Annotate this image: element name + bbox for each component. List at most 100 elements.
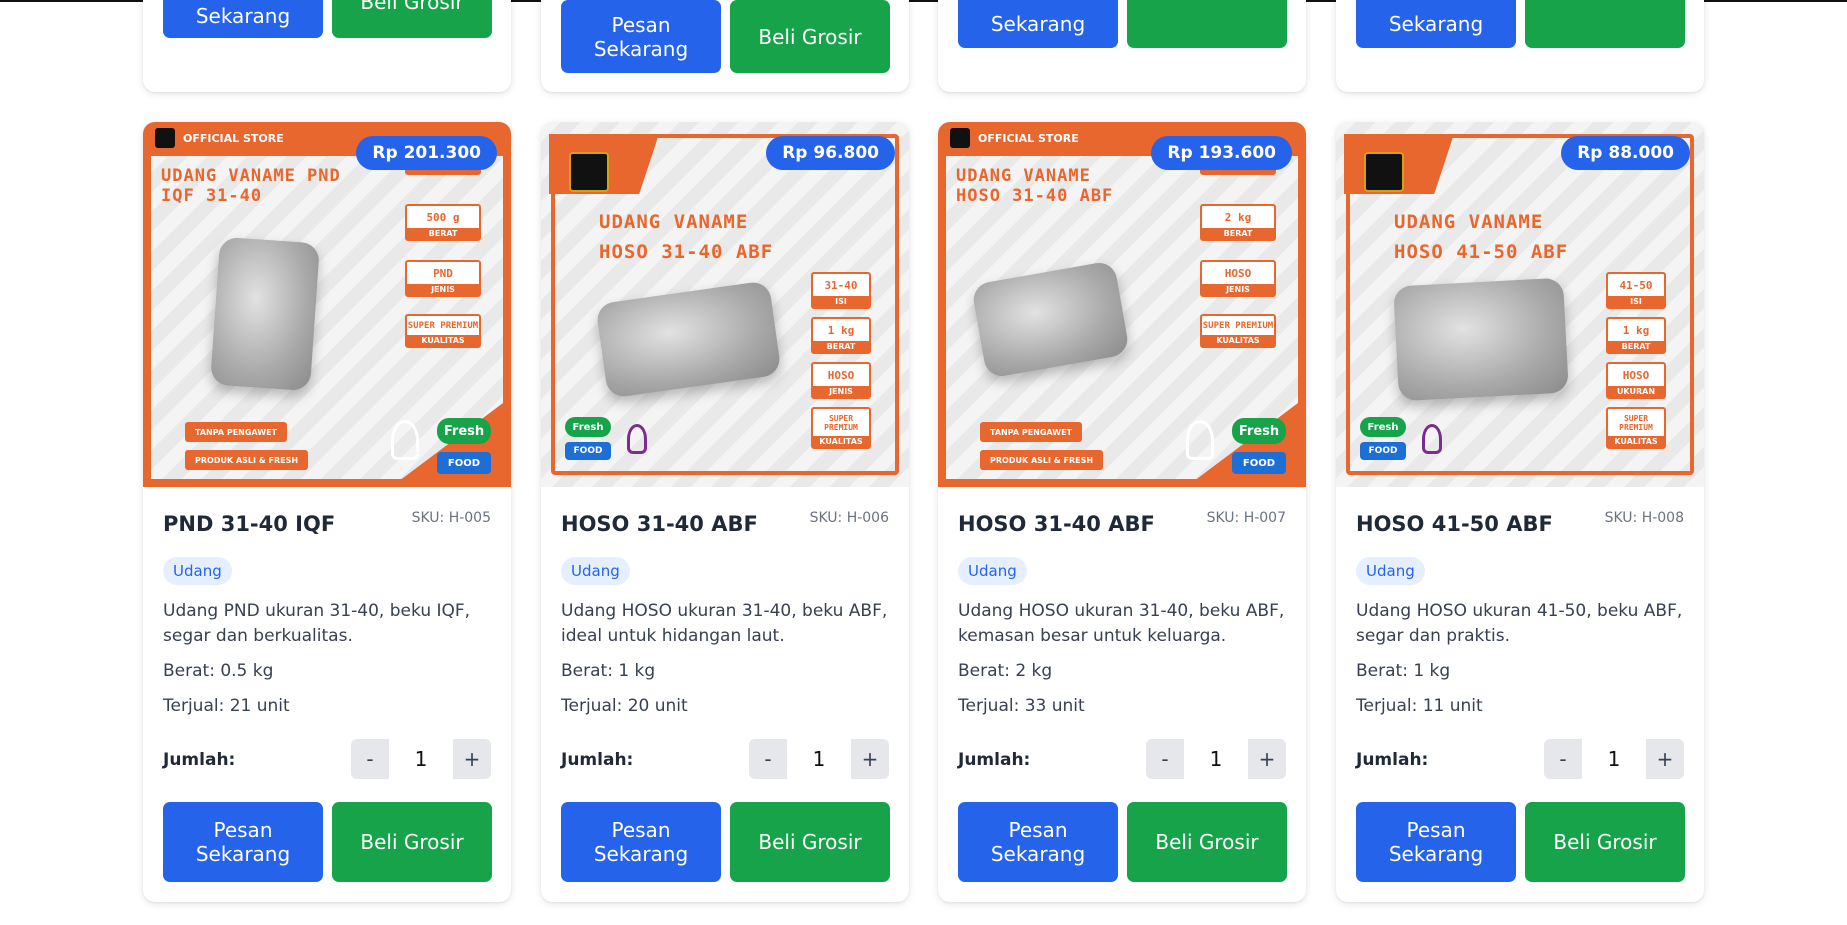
order-now-button[interactable]: Pesan Sekarang [561,802,721,882]
product-sku: SKU: H-006 [809,510,889,526]
spec-jenis: HOSO JENIS [1200,260,1276,297]
wholesale-button[interactable]: Beli Grosir [1127,802,1287,882]
increase-button[interactable]: + [453,739,491,779]
spec-value: SUPER PREMIUM [1202,321,1274,331]
store-logo-icon [950,128,970,148]
spec-value: SUPER PREMIUM [407,321,479,331]
order-now-button[interactable]: Sekarang [163,0,323,38]
halal-logo-icon [1422,424,1442,454]
spec-key: KUALITAS [407,335,479,346]
spec-value: PND [433,267,453,280]
wholesale-button[interactable]: Beli Grosir [730,0,890,73]
wholesale-button[interactable]: Beli Grosir [332,802,492,882]
wholesale-button[interactable]: Beli Grosir [1525,802,1685,882]
category-tag: Udang [1356,557,1425,585]
decrease-button[interactable]: - [1146,739,1184,779]
spec-key: ISI [813,296,869,307]
official-store-label: OFFICIAL STORE [978,131,1079,145]
product-image[interactable]: OFFICIAL STORE UDANG VANAME HOSO 31-40 A… [938,122,1306,487]
product-card: UDANG VANAME HOSO 41-50 ABF 41-50 ISI 1 k… [1336,122,1704,902]
order-now-button[interactable]: Pesan Sekarang [561,0,721,73]
official-store-banner: OFFICIAL STORE [155,127,284,149]
badge-original-fresh: PRODUK ASLI & FRESH [185,450,309,470]
decrease-button[interactable]: - [749,739,787,779]
spec-key: KUALITAS [813,436,869,447]
halal-logo-icon [391,420,419,460]
spec-key: KUALITAS [1202,335,1274,346]
product-description: Udang HOSO ukuran 31-40, beku ABF, kemas… [958,601,1285,646]
wholesale-button[interactable]: Beli Grosir [730,802,890,882]
product-name: PND 31-40 IQF [163,512,336,536]
increase-button[interactable]: + [851,739,889,779]
quantity-stepper: - + [351,739,491,779]
product-card: OFFICIAL STORE UDANG VANAME PND IQF 31-4… [143,122,511,902]
price-badge: Rp 88.000 [1561,136,1690,170]
units-sold: Terjual: 33 unit [958,696,1085,716]
price-badge: Rp 96.800 [766,136,895,170]
order-now-button[interactable]: Pesan Sekarang [163,802,323,882]
spec-berat: 1 kg BERAT [1606,317,1666,354]
quantity-label: Jumlah: [163,750,236,770]
spec-key: JENIS [1202,284,1274,295]
spec-berat: 1 kg BERAT [811,317,871,354]
spec-key: JENIS [813,386,869,397]
order-now-button[interactable]: Sekarang [1356,0,1516,48]
frozen-food-badge: FOOD [1232,452,1286,474]
spec-value: HOSO [1224,267,1252,280]
product-card: UDANG VANAME HOSO 31-40 ABF 31-40 ISI 1 k… [541,122,909,902]
image-title: UDANG VANAME HOSO 41-50 ABF [1394,211,1569,264]
order-now-button[interactable]: Pesan Sekarang [1356,802,1516,882]
wholesale-label: Beli Grosir [1155,830,1259,854]
product-name: HOSO 31-40 ABF [561,512,758,536]
wholesale-label: Beli Grosir [360,830,464,854]
spec-key: KUALITAS [1608,436,1664,447]
wholesale-button[interactable]: Beli Grosir [1525,0,1685,48]
decrease-button[interactable]: - [1544,739,1582,779]
spec-kualitas: SUPER PREMIUM KUALITAS [811,407,871,449]
spec-value: 2 kg [1224,211,1252,224]
quantity-stepper: - + [749,739,889,779]
spec-value: 1 kg [827,324,855,337]
spec-key: BERAT [1608,341,1664,352]
product-image[interactable]: OFFICIAL STORE UDANG VANAME PND IQF 31-4… [143,122,511,487]
order-now-label-line1: Pesan [1406,818,1466,842]
badge-no-preservative: TANPA PENGAWET [185,422,287,442]
product-weight: Berat: 1 kg [1356,661,1451,681]
badge-original-fresh: PRODUK ASLI & FRESH [980,450,1104,470]
spec-key: BERAT [1202,228,1274,239]
wholesale-button[interactable]: Beli Grosir [1127,0,1287,48]
spec-berat: 2 kg BERAT [1200,204,1276,241]
increase-button[interactable]: + [1646,739,1684,779]
order-now-label-line2: Sekarang [1388,842,1484,866]
shrimp-bag-image [209,236,321,392]
product-image[interactable]: UDANG VANAME HOSO 31-40 ABF 31-40 ISI 1 k… [541,122,909,487]
order-now-label-line2: Sekarang [990,842,1086,866]
category-tag: Udang [958,557,1027,585]
spec-jenis: HOSO JENIS [811,362,871,399]
wholesale-button[interactable]: Beli Grosir [332,0,492,38]
frozen-food-badge: FOOD [565,442,611,460]
order-now-label-line1: Pesan [611,818,671,842]
spec-kualitas: SUPER PREMIUM KUALITAS [1606,407,1666,449]
store-logo-icon [1364,152,1404,192]
product-image[interactable]: UDANG VANAME HOSO 41-50 ABF 41-50 ISI 1 k… [1336,122,1704,487]
fresh-badge: Fresh [565,417,611,437]
order-now-button[interactable]: Sekarang [958,0,1118,48]
quantity-input[interactable] [1184,739,1248,779]
product-description: Udang HOSO ukuran 31-40, beku ABF, ideal… [561,601,888,646]
decrease-button[interactable]: - [351,739,389,779]
product-weight: Berat: 1 kg [561,661,656,681]
spec-isi: 41-50 ISI [1606,272,1666,309]
halal-logo-icon [1186,420,1214,460]
quantity-input[interactable] [787,739,851,779]
order-now-button[interactable]: Pesan Sekarang [958,802,1118,882]
quantity-input[interactable] [389,739,453,779]
image-title: UDANG VANAME HOSO 31-40 ABF [956,166,1114,206]
order-now-label: Sekarang [990,12,1086,36]
increase-button[interactable]: + [1248,739,1286,779]
spec-key: BERAT [813,341,869,352]
quantity-stepper: - + [1544,739,1684,779]
spec-jenis: PND JENIS [405,260,481,297]
quantity-input[interactable] [1582,739,1646,779]
order-now-label: Sekarang [1388,12,1484,36]
